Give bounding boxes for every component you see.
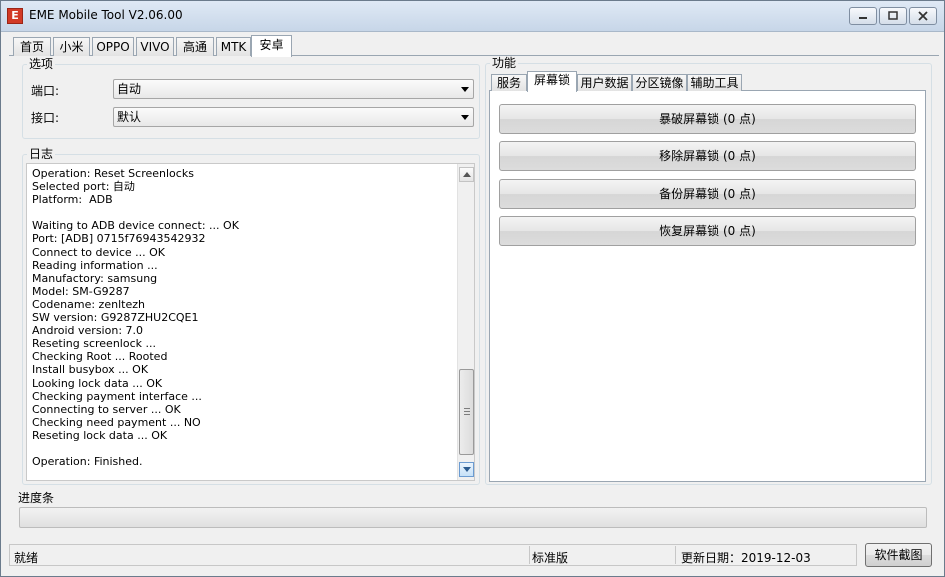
app-logo-icon: E [7,8,23,24]
log-line: Port: [ADB] 0715f76943542932 [32,232,206,246]
screenshot-button[interactable]: 软件截图 [865,543,932,567]
status-edition: 标准版 [532,551,569,565]
grip-icon [464,408,470,415]
log-line: Manufactory: samsung [32,271,158,285]
close-icon [918,11,928,21]
options-group: 选项 [22,57,480,139]
port-select-value: 自动 [117,82,142,96]
status-state: 就绪 [14,551,39,565]
window-title: EME Mobile Tool V2.06.00 [29,8,183,22]
title-bar[interactable]: E EME Mobile Tool V2.06.00 [1,1,944,32]
log-textarea[interactable]: Operation: Reset Screenlocks Selected por… [26,163,475,481]
log-line: Checking Root ... Rooted [32,350,168,364]
log-line: Reseting screenlock ... [32,337,156,351]
log-line: Waiting to ADB device connect: ... OK [32,219,239,233]
tab-oppo[interactable]: OPPO [92,37,134,56]
log-line: Install busybox ... OK [32,363,149,377]
minimize-icon [859,17,867,19]
status-update-date: 更新日期：2019-12-03 [681,551,811,565]
tab-partition-image[interactable]: 分区镜像 [632,74,687,91]
log-line: Model: SM-G9287 [32,284,130,298]
port-label: 端口: [31,84,60,98]
log-group-title: 日志 [27,147,56,161]
close-button[interactable] [909,7,937,25]
arrow-up-icon [463,172,471,177]
maximize-icon [888,11,898,20]
tab-qualcomm[interactable]: 高通 [176,37,214,56]
scroll-up-button[interactable] [459,167,474,182]
log-line: Checking need payment ... NO [32,415,201,429]
brute-force-screenlock-button[interactable]: 暴破屏幕锁 (0 点) [499,104,916,134]
minimize-button[interactable] [849,7,877,25]
log-line: Connect to device ... OK [32,245,166,259]
log-line: Reseting lock data ... OK [32,428,168,442]
interface-select-value: 默认 [117,110,142,124]
log-line: Reading information ... [32,258,158,272]
restore-screenlock-button[interactable]: 恢复屏幕锁 (0 点) [499,216,916,246]
status-divider [675,546,676,564]
remove-screenlock-button[interactable]: 移除屏幕锁 (0 点) [499,141,916,171]
tab-tools[interactable]: 辅助工具 [687,74,742,91]
log-line: Selected port: 自动 [32,180,135,194]
log-line: SW version: G9287ZHU2CQE1 [32,311,199,325]
tab-user-data[interactable]: 用户数据 [577,74,632,91]
interface-select[interactable]: 默认 [113,107,474,127]
log-line: Connecting to server ... OK [32,402,181,416]
tab-home[interactable]: 首页 [13,37,51,56]
tab-xiaomi[interactable]: 小米 [53,37,90,56]
chevron-down-icon [461,87,469,92]
main-window: E EME Mobile Tool V2.06.00 首页 小米 OPPO VI… [0,0,945,577]
log-line: Checking payment interface ... [32,389,202,403]
interface-label: 接口: [31,111,60,125]
log-scrollbar[interactable] [457,164,474,480]
log-content: Operation: Reset Screenlocks Selected por… [32,167,457,468]
functions-group-title: 功能 [490,56,519,70]
scroll-down-button[interactable] [459,462,474,477]
tab-android[interactable]: 安卓 [251,35,292,57]
port-select[interactable]: 自动 [113,79,474,99]
log-line: Operation: Reset Screenlocks [32,167,194,180]
progress-label: 进度条 [18,491,55,505]
log-line: Operation: Finished. [32,455,143,469]
options-group-title: 选项 [27,57,56,71]
status-divider [529,546,530,564]
tab-service[interactable]: 服务 [491,74,527,91]
status-bar: 就绪 标准版 更新日期：2019-12-03 [9,544,857,566]
maximize-button[interactable] [879,7,907,25]
tab-mtk[interactable]: MTK [216,37,251,56]
backup-screenlock-button[interactable]: 备份屏幕锁 (0 点) [499,179,916,209]
scroll-thumb[interactable] [459,369,474,455]
tab-screenlock[interactable]: 屏幕锁 [527,71,577,92]
chevron-down-icon [461,115,469,120]
log-line: Platform: ADB [32,193,113,207]
tab-vivo[interactable]: VIVO [136,37,174,56]
log-line: Looking lock data ... OK [32,376,163,390]
log-line: Codename: zenltezh [32,297,145,311]
arrow-down-icon [463,467,471,472]
progress-bar [19,507,927,528]
function-panel: 暴破屏幕锁 (0 点) 移除屏幕锁 (0 点) 备份屏幕锁 (0 点) 恢复屏幕… [489,90,926,482]
log-line: Android version: 7.0 [32,324,144,338]
